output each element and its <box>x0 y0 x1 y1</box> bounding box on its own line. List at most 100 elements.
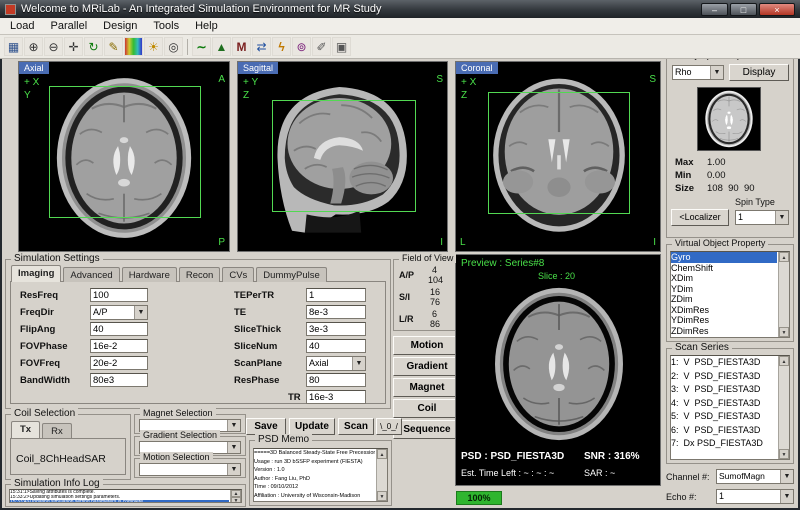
menu-help[interactable]: Help <box>187 19 226 33</box>
sagittal-fov-rect[interactable] <box>272 100 416 212</box>
series-item[interactable]: 7: Dx PSD_FIESTA3D <box>671 437 777 451</box>
series-item[interactable]: 3: V PSD_FIESTA3D <box>671 383 777 397</box>
colormap-icon[interactable] <box>124 37 143 56</box>
localizer-button[interactable]: <Localizer <box>671 209 729 226</box>
scroll-up-icon[interactable]: ▲ <box>231 490 241 497</box>
zoom-out-icon[interactable]: ⊖ <box>44 37 63 56</box>
info-log-listbox[interactable]: 15:31:1>Saving attributes is complete. 1… <box>9 489 242 503</box>
bandwidth-input[interactable] <box>90 373 148 387</box>
scroll-up-icon[interactable]: ▲ <box>779 252 789 262</box>
property-item-zdim[interactable]: ZDim <box>671 294 777 305</box>
series-item[interactable]: 4: V PSD_FIESTA3D <box>671 397 777 411</box>
menu-tools[interactable]: Tools <box>145 19 187 33</box>
shrug-button[interactable]: \_0_/ <box>376 418 402 435</box>
display-button[interactable]: Display <box>729 64 789 81</box>
property-scrollbar[interactable]: ▲ ▼ <box>778 252 789 337</box>
property-item-zdimres[interactable]: ZDimRes <box>671 326 777 337</box>
menu-load[interactable]: Load <box>2 19 42 33</box>
scroll-down-icon[interactable]: ▼ <box>231 497 241 502</box>
gradient-button[interactable]: Gradient <box>393 357 461 376</box>
tab-recon[interactable]: Recon <box>178 267 221 282</box>
channel-combo[interactable]: SumofMagn ▼ <box>716 469 794 484</box>
vobj-property-listbox[interactable]: Gyro ChemShift XDim YDim ZDim XDimRes YD… <box>670 251 790 338</box>
spin-map-combo[interactable]: Rho ▼ <box>672 65 724 80</box>
save-icon[interactable]: ▦ <box>4 37 23 56</box>
close-button[interactable]: × <box>759 2 795 16</box>
scroll-up-icon[interactable]: ▲ <box>779 356 789 366</box>
tab-advanced[interactable]: Advanced <box>63 267 120 282</box>
motion-selection-combo[interactable]: ▼ <box>139 463 241 476</box>
freqdir-combo[interactable]: A/P ▼ <box>90 305 148 320</box>
echo-combo[interactable]: 1 ▼ <box>716 489 794 504</box>
motion-icon[interactable]: ⇄ <box>252 37 271 56</box>
log-line-selected[interactable]: 15:33:4>Updating simulation setting para… <box>10 500 229 502</box>
property-item-xdimres[interactable]: XDimRes <box>671 305 777 316</box>
save-button[interactable]: Save <box>246 418 286 435</box>
magnet-icon[interactable]: M <box>232 37 251 56</box>
tab-hardware[interactable]: Hardware <box>121 267 177 282</box>
menu-design[interactable]: Design <box>95 19 145 33</box>
pen-icon[interactable]: ✐ <box>312 37 331 56</box>
tab-rx[interactable]: Rx <box>42 423 72 438</box>
axial-viewport[interactable]: Axial + X Y A P <box>18 61 230 252</box>
scroll-down-icon[interactable]: ▼ <box>779 327 789 337</box>
brightness-icon[interactable]: ☀ <box>144 37 163 56</box>
scan-button[interactable]: Scan <box>338 418 374 435</box>
pan-icon[interactable]: ✛ <box>64 37 83 56</box>
property-item-ydimres[interactable]: YDimRes <box>671 315 777 326</box>
tab-imaging[interactable]: Imaging <box>11 265 62 282</box>
property-item-chemshift[interactable]: ChemShift <box>671 263 777 274</box>
series-item[interactable]: 5: V PSD_FIESTA3D <box>671 410 777 424</box>
plot-icon[interactable]: ▲ <box>212 37 231 56</box>
tab-cvs[interactable]: CVs <box>222 267 255 282</box>
coronal-viewport[interactable]: Coronal + X Z S L I <box>455 61 661 252</box>
minimize-button[interactable]: – <box>701 2 728 16</box>
axial-fov-rect[interactable] <box>49 86 201 218</box>
te-input[interactable] <box>306 305 366 319</box>
rotate-icon[interactable]: ↻ <box>84 37 103 56</box>
pulse-icon[interactable]: ∼ <box>192 37 211 56</box>
slicenum-input[interactable] <box>306 339 366 353</box>
memo-scrollbar[interactable]: ▲ ▼ <box>376 449 387 501</box>
property-item-gyro[interactable]: Gyro <box>671 252 777 263</box>
series-item[interactable]: 1: V PSD_FIESTA3D <box>671 356 777 370</box>
scroll-down-icon[interactable]: ▼ <box>779 449 789 459</box>
sequence-button[interactable]: Sequence <box>393 420 461 439</box>
resphase-input[interactable] <box>306 373 366 387</box>
flipang-input[interactable] <box>90 322 148 336</box>
property-item-ydim[interactable]: YDim <box>671 284 777 295</box>
tepertr-input[interactable] <box>306 288 366 302</box>
series-item[interactable]: 2: V PSD_FIESTA3D <box>671 370 777 384</box>
resfreq-input[interactable] <box>90 288 148 302</box>
update-button[interactable]: Update <box>289 418 335 435</box>
series-scrollbar[interactable]: ▲ ▼ <box>778 356 789 459</box>
tab-tx[interactable]: Tx <box>11 421 41 438</box>
fovfreq-input[interactable] <box>90 356 148 370</box>
series-item[interactable]: 6: V PSD_FIESTA3D <box>671 424 777 438</box>
slicethick-input[interactable] <box>306 322 366 336</box>
crosshair-icon[interactable]: ◎ <box>164 37 183 56</box>
motion-button[interactable]: Motion <box>393 336 461 355</box>
scroll-up-icon[interactable]: ▲ <box>377 449 387 459</box>
tab-dummypulse[interactable]: DummyPulse <box>256 267 327 282</box>
menu-parallel[interactable]: Parallel <box>42 19 95 33</box>
scan-series-listbox[interactable]: 1: V PSD_FIESTA3D 2: V PSD_FIESTA3D 3: V… <box>670 355 790 460</box>
lightning-icon[interactable]: ϟ <box>272 37 291 56</box>
coronal-fov-rect[interactable] <box>488 92 630 214</box>
spin-type-combo[interactable]: 1 ▼ <box>735 210 789 225</box>
data-cursor-icon[interactable]: ✎ <box>104 37 123 56</box>
sagittal-viewport[interactable]: Sagittal + Y Z S I <box>237 61 448 252</box>
coil-icon[interactable]: ⊚ <box>292 37 311 56</box>
maximize-button[interactable]: □ <box>730 2 757 16</box>
snapshot-icon[interactable]: ▣ <box>332 37 351 56</box>
coil-button[interactable]: Coil <box>393 399 461 418</box>
property-item-xdim[interactable]: XDim <box>671 273 777 284</box>
coil-selection-value[interactable]: Coil_8ChHeadSAR <box>16 453 106 465</box>
zoom-in-icon[interactable]: ⊕ <box>24 37 43 56</box>
preview-panel[interactable]: Preview : Series#8 Slice : 20 PSD : PSD_… <box>455 254 661 486</box>
tr-input[interactable] <box>306 390 366 404</box>
fovphase-input[interactable] <box>90 339 148 353</box>
log-scrollbar[interactable]: ▲ ▼ <box>230 490 241 502</box>
scanplane-combo[interactable]: Axial ▼ <box>306 356 366 371</box>
scroll-down-icon[interactable]: ▼ <box>377 491 387 501</box>
